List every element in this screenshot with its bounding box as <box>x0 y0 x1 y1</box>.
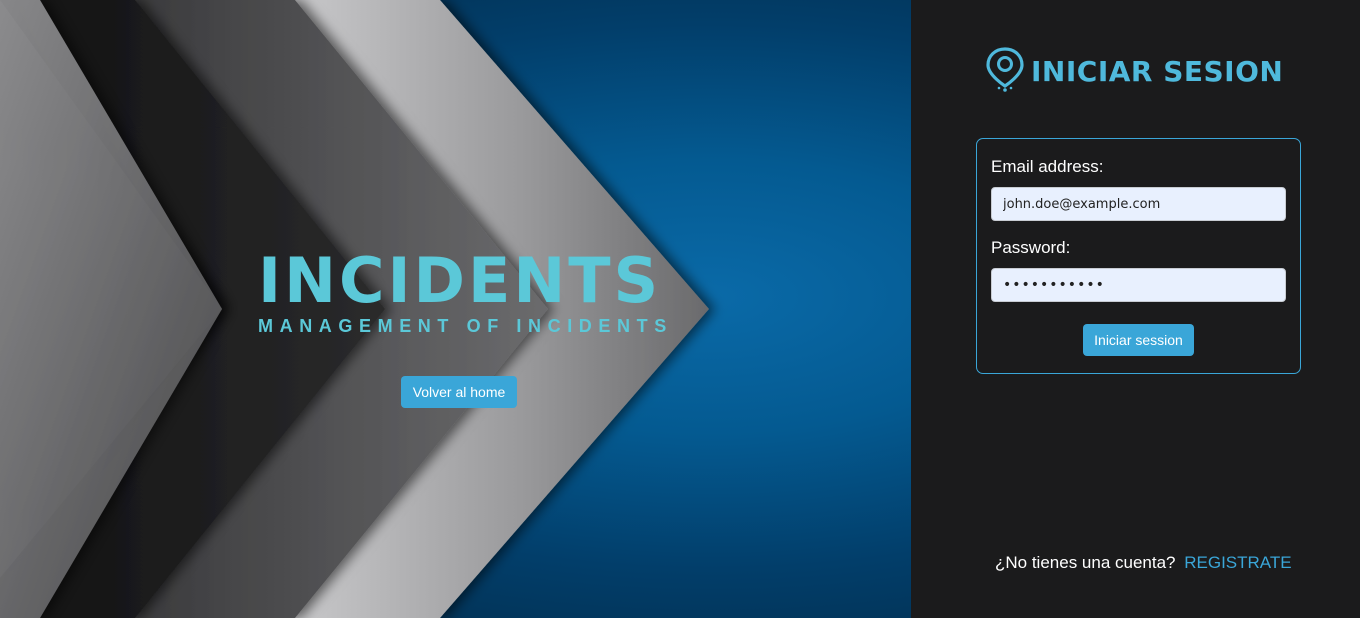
login-title: INICIAR SESION <box>1031 55 1284 88</box>
brand-subtitle: MANAGEMENT OF INCIDENTS <box>258 316 673 336</box>
brand-logo: INCIDENTS MANAGEMENT OF INCIDENTS <box>258 244 673 337</box>
login-panel: INICIAR SESION Email address: Password: … <box>911 0 1360 618</box>
email-label: Email address: <box>991 157 1104 176</box>
password-label: Password: <box>991 238 1071 257</box>
password-field[interactable] <box>991 268 1286 302</box>
email-field[interactable] <box>991 187 1286 221</box>
register-link[interactable]: REGISTRATE <box>1184 553 1291 572</box>
map-pin-icon <box>985 46 1025 97</box>
back-home-button[interactable]: Volver al home <box>401 376 517 408</box>
login-submit-button[interactable]: Iniciar session <box>1083 324 1194 356</box>
hero-panel: INCIDENTS MANAGEMENT OF INCIDENTS Volver… <box>0 0 911 618</box>
brand-title: INCIDENTS <box>258 244 662 317</box>
login-form: Email address: Password: Iniciar session <box>976 138 1301 374</box>
login-page: INCIDENTS MANAGEMENT OF INCIDENTS Volver… <box>0 0 1360 618</box>
register-prompt-text: ¿No tienes una cuenta? <box>995 553 1176 572</box>
register-prompt: ¿No tienes una cuenta? REGISTRATE <box>995 553 1292 573</box>
login-header: INICIAR SESION <box>985 46 1283 97</box>
